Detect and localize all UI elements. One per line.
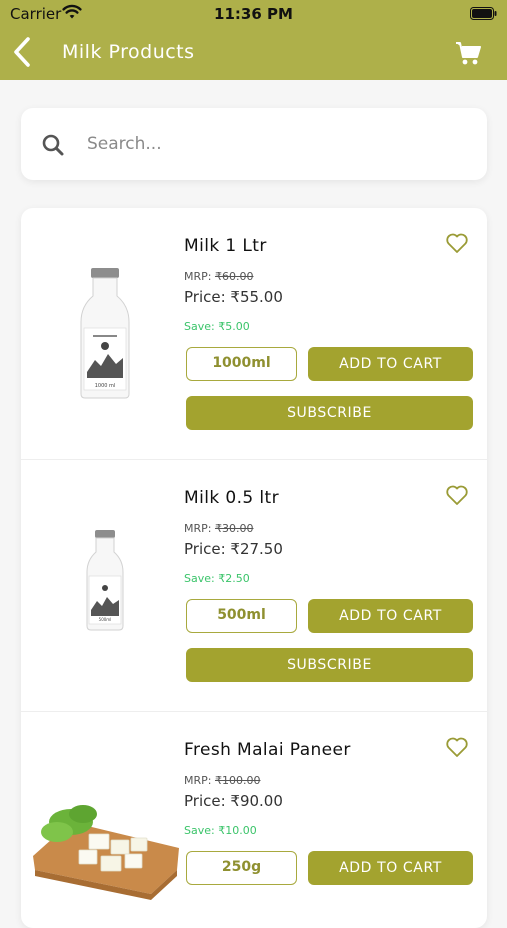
search-input[interactable]: [87, 126, 467, 162]
product-name: Fresh Malai Paneer: [184, 740, 351, 760]
product-list: 1000 ml Milk 1 Ltr MRP: ₹60.00 Price: ₹5…: [21, 208, 487, 928]
heart-icon[interactable]: [445, 736, 469, 758]
product-card: 500ml Milk 0.5 ltr MRP: ₹30.00 Price: ₹2…: [21, 460, 487, 712]
size-selector[interactable]: 250g: [186, 851, 297, 885]
heart-icon[interactable]: [445, 484, 469, 506]
paneer-image: [33, 805, 179, 900]
mrp-text: MRP: ₹100.00: [184, 774, 261, 787]
clock: 11:36 PM: [214, 5, 293, 23]
heart-icon[interactable]: [445, 232, 469, 254]
search-box: [21, 108, 487, 180]
size-selector[interactable]: 1000ml: [186, 347, 297, 381]
save-text: Save: ₹2.50: [184, 572, 250, 585]
status-bar: Carrier 11:36 PM: [0, 0, 507, 28]
save-text: Save: ₹5.00: [184, 320, 250, 333]
price-text: Price: ₹27.50: [184, 540, 283, 558]
nav-bar: Milk Products: [0, 28, 507, 80]
add-to-cart-button[interactable]: ADD TO CART: [308, 347, 473, 381]
mrp-text: MRP: ₹60.00: [184, 270, 254, 283]
product-name: Milk 1 Ltr: [184, 236, 267, 256]
search-icon: [42, 134, 64, 156]
page-title: Milk Products: [62, 41, 195, 63]
subscribe-button[interactable]: SUBSCRIBE: [186, 648, 473, 682]
svg-text:1000 ml: 1000 ml: [95, 383, 116, 389]
app-header: Carrier 11:36 PM Milk Products: [0, 0, 507, 80]
product-name: Milk 0.5 ltr: [184, 488, 279, 508]
size-selector[interactable]: 500ml: [186, 599, 297, 633]
product-card: 1000 ml Milk 1 Ltr MRP: ₹60.00 Price: ₹5…: [21, 208, 487, 460]
mrp-text: MRP: ₹30.00: [184, 522, 254, 535]
price-text: Price: ₹55.00: [184, 288, 283, 306]
add-to-cart-button[interactable]: ADD TO CART: [308, 851, 473, 885]
price-text: Price: ₹90.00: [184, 792, 283, 810]
milk-bottle-image: 500ml: [86, 530, 124, 631]
add-to-cart-button[interactable]: ADD TO CART: [308, 599, 473, 633]
milk-bottle-image: 1000 ml: [80, 268, 130, 399]
cart-icon[interactable]: [455, 40, 481, 66]
product-card: Fresh Malai Paneer MRP: ₹100.00 Price: ₹…: [21, 712, 487, 928]
save-text: Save: ₹10.00: [184, 824, 257, 837]
battery-icon: [470, 7, 497, 20]
svg-text:500ml: 500ml: [99, 617, 112, 622]
chevron-left-icon[interactable]: [8, 34, 36, 70]
subscribe-button[interactable]: SUBSCRIBE: [186, 396, 473, 430]
